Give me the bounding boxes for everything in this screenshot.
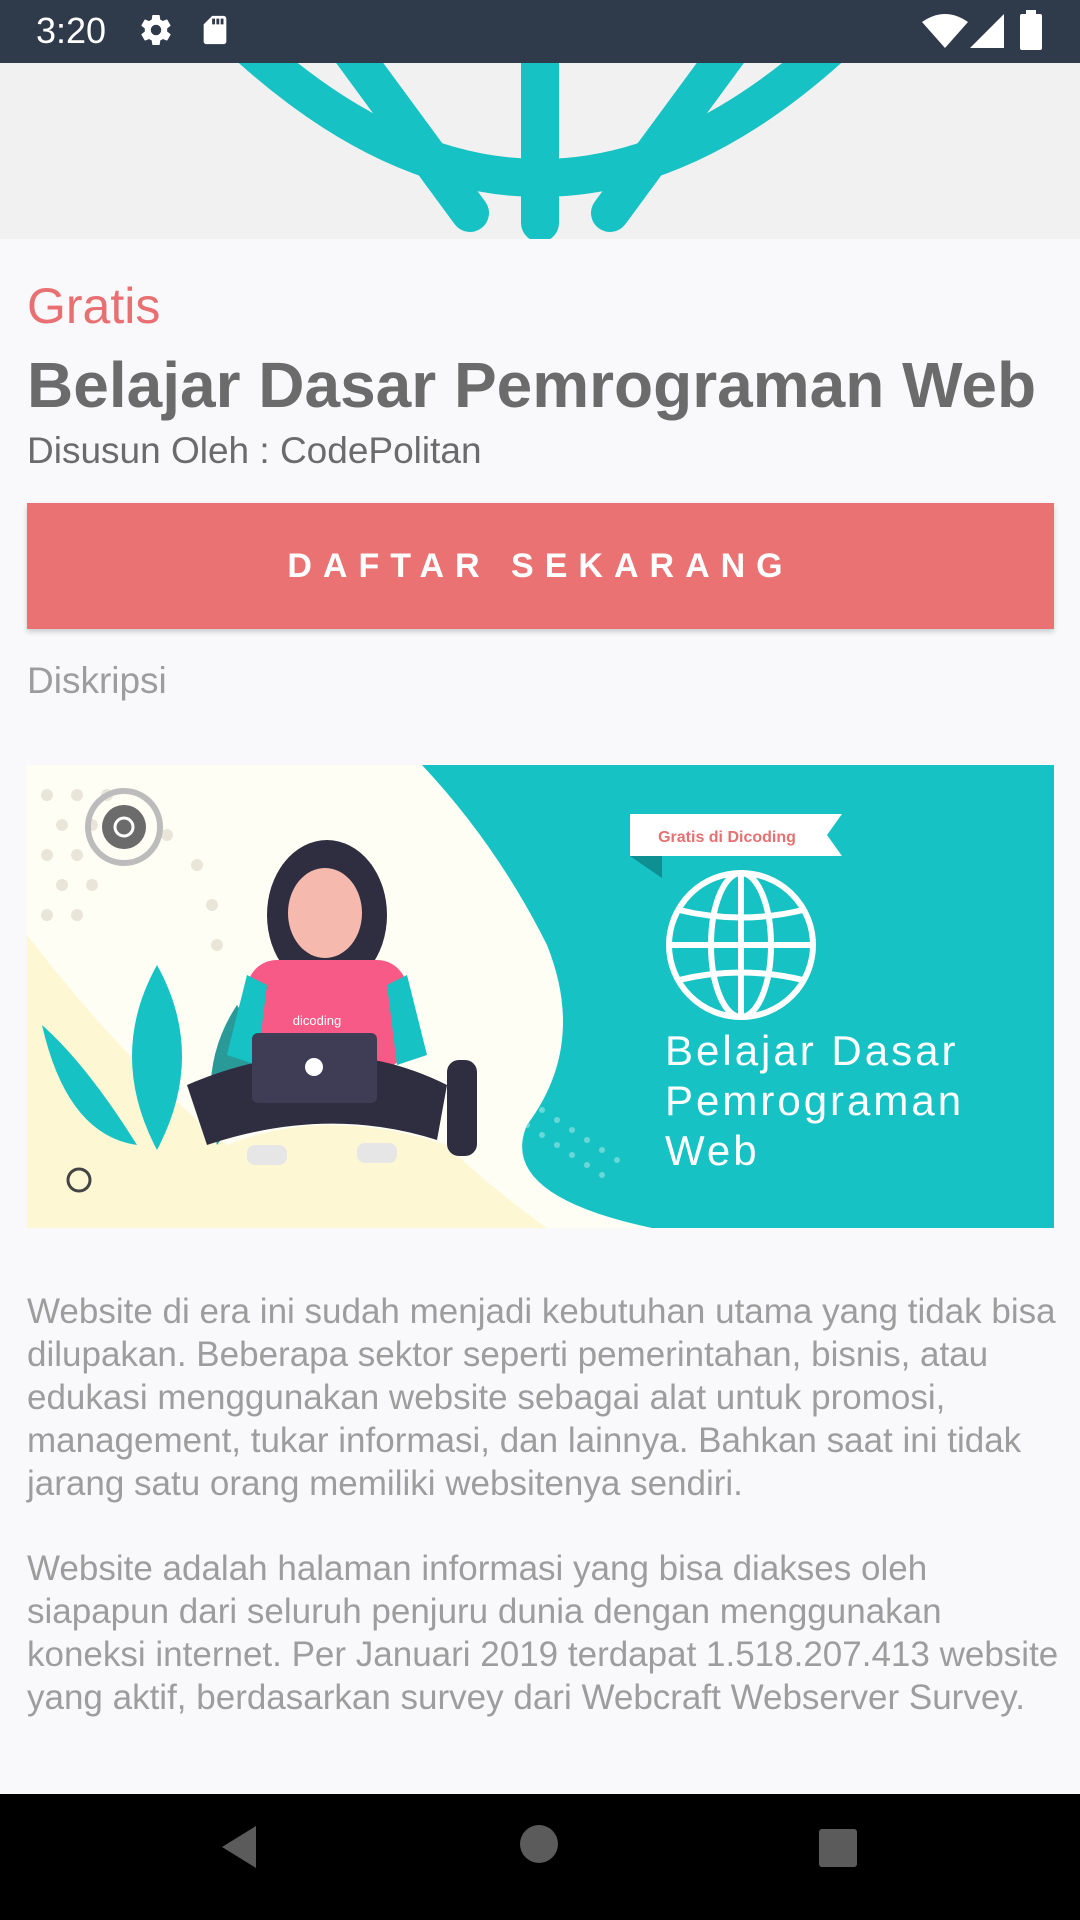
status-time: 3:20 xyxy=(36,10,107,51)
description-label: Diskripsi xyxy=(27,660,167,701)
battery-icon xyxy=(1020,10,1042,50)
course-title: Belajar Dasar Pemrograman Web xyxy=(27,349,1037,421)
navigation-bar xyxy=(0,1794,1080,1920)
home-icon[interactable] xyxy=(519,1824,559,1864)
sd-card-icon xyxy=(203,15,227,45)
banner-title-line-3: Web xyxy=(665,1127,760,1174)
banner-illustration: dicoding Gratis di Dicoding Belajar Dasa… xyxy=(27,765,1054,1228)
globe-illustration xyxy=(238,63,842,239)
ribbon-text: Gratis di Dicoding xyxy=(658,829,796,846)
status-bar: 3:20 xyxy=(0,0,1080,63)
back-icon[interactable] xyxy=(218,1824,258,1870)
settings-icon xyxy=(141,15,171,46)
course-banner: dicoding Gratis di Dicoding Belajar Dasa… xyxy=(27,765,1054,1228)
signal-icon xyxy=(970,14,1004,48)
banner-title-line-1: Belajar Dasar xyxy=(665,1027,958,1074)
course-author: Disusun Oleh : CodePolitan xyxy=(27,430,482,471)
wifi-icon xyxy=(922,14,968,48)
price-label: Gratis xyxy=(27,278,161,334)
register-button[interactable]: DAFTAR SEKARANG xyxy=(27,503,1054,629)
course-header-image xyxy=(0,63,1080,239)
recents-icon[interactable] xyxy=(818,1828,858,1868)
description-paragraph-1: Website di era ini sudah menjadi kebutuh… xyxy=(27,1292,1056,1503)
banner-title-line-2: Pemrograman xyxy=(665,1077,964,1124)
description-paragraph-2: Website adalah halaman informasi yang bi… xyxy=(27,1549,1059,1717)
laptop-sticker-text: dicoding xyxy=(293,1013,341,1028)
